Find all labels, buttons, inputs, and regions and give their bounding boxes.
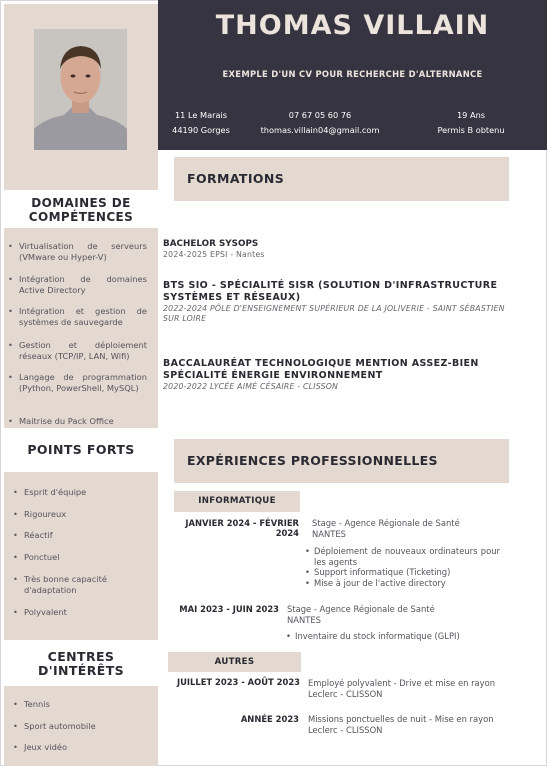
email-address: thomas.villain04@gmail.com (260, 125, 380, 135)
formation-details: 2024-2025 EPSI - Nantes (163, 250, 265, 259)
experiences-header: EXPÉRIENCES PROFESSIONNELLES (174, 439, 509, 483)
age: 19 Ans (456, 110, 486, 120)
list-item: • Polyvalent (13, 607, 67, 617)
skills-title: DOMAINES DE COMPÉTENCES (4, 190, 158, 228)
job-date: ANNÉE 2023 (240, 714, 299, 724)
list-item: • Très bonne capacité d'adaptation (13, 574, 107, 595)
formations-header: FORMATIONS (174, 157, 509, 201)
job-tasks: Déploiement de nouveaux ordinateurs pour… (305, 546, 500, 588)
candidate-name: THOMAS VILLAIN (215, 10, 490, 41)
driving-license: Permis B obtenu (437, 125, 505, 135)
job-date: JANVIER 2024 - FÉVRIER 2024 (185, 518, 299, 538)
formation-details: 2020-2022 LYCÉE AIMÉ CÉSAIRE - CLISSON (163, 382, 339, 391)
list-item: • Sport automobile (13, 721, 96, 731)
cv-subtitle: EXEMPLE D'UN CV POUR RECHERCHE D'ALTERNA… (222, 69, 483, 79)
job-description: Missions ponctuelles de nuit - Mise en r… (308, 714, 494, 735)
job-description: Stage - Agence Régionale de Santé NANTES (312, 518, 460, 539)
job-date: JUILLET 2023 - AOÛT 2023 (176, 677, 300, 687)
list-item: • Ponctuel (13, 552, 60, 562)
list-item: • Jeux vidéo (13, 742, 68, 752)
strengths-title: POINTS FORTS (4, 428, 158, 472)
job-date: MAI 2023 - JUIN 2023 (179, 604, 279, 614)
profile-photo (34, 29, 127, 150)
list-item: • Intégration et gestion de systèmes de s… (8, 306, 147, 327)
formation-details: 2022-2024 PÔLE D'ENSEIGNEMENT SUPÉRIEUR … (163, 304, 505, 323)
list-item: • Rigoureux (13, 509, 67, 519)
list-item: • Réactif (13, 530, 53, 540)
list-item: • Langage de programmation (Python, Power… (8, 372, 147, 393)
address-line: 44190 Gorges (172, 125, 230, 135)
list-item: Déploiement de nouveaux ordinateurs pour… (305, 546, 500, 567)
list-item: • Esprit d'équipe (13, 487, 87, 497)
job-tasks: Inventaire du stock informatique (GLPI) (286, 631, 486, 642)
list-item: Support informatique (Ticketing) (305, 567, 500, 578)
formation-title: BTS SIO - SPÉCIALITÉ SISR (SOLUTION D'IN… (163, 280, 498, 303)
list-item: • Maitrise du Pack Office (8, 416, 114, 426)
list-item: • Intégration de domaines Active Director… (8, 274, 147, 295)
list-item: • Tennis (13, 699, 50, 709)
category-tag-autres: AUTRES (168, 652, 301, 672)
list-item: Inventaire du stock informatique (GLPI) (286, 631, 486, 642)
interests-title: CENTRES D'INTÉRÊTS (4, 640, 158, 686)
formation-item: BACCALAURÉAT TECHNOLOGIQUE MENTION ASSEZ… (163, 358, 493, 392)
address: 11 Le Marais 44190 Gorges (162, 108, 240, 138)
address-line: 11 Le Marais (174, 110, 228, 120)
list-item: • Virtualisation de serveurs (VMware ou H… (8, 241, 147, 262)
header: THOMAS VILLAIN EXEMPLE D'UN CV POUR RECH… (158, 0, 547, 150)
phone-number: 07 67 05 60 76 (288, 110, 352, 120)
job-description: Employé polyvalent - Drive et mise en ra… (308, 678, 496, 699)
list-item: • Gestion et déploiement réseaux (TCP/IP,… (8, 340, 147, 361)
job-description: Stage - Agence Régionale de Santé NANTES (287, 604, 435, 625)
formation-item: BACHELOR SYSOPS 2024-2025 EPSI - Nantes (163, 238, 511, 260)
contact: 07 67 05 60 76 thomas.villain04@gmail.co… (252, 108, 388, 138)
category-tag-informatique: INFORMATIQUE (174, 491, 300, 512)
formation-title: BACHELOR SYSOPS (163, 239, 259, 249)
list-item: Mise à jour de l'active directory (305, 578, 500, 589)
formation-title: BACCALAURÉAT TECHNOLOGIQUE MENTION ASSEZ… (163, 358, 479, 381)
formation-item: BTS SIO - SPÉCIALITÉ SISR (SOLUTION D'IN… (163, 280, 511, 324)
personal-info: 19 Ans Permis B obtenu (426, 108, 516, 138)
